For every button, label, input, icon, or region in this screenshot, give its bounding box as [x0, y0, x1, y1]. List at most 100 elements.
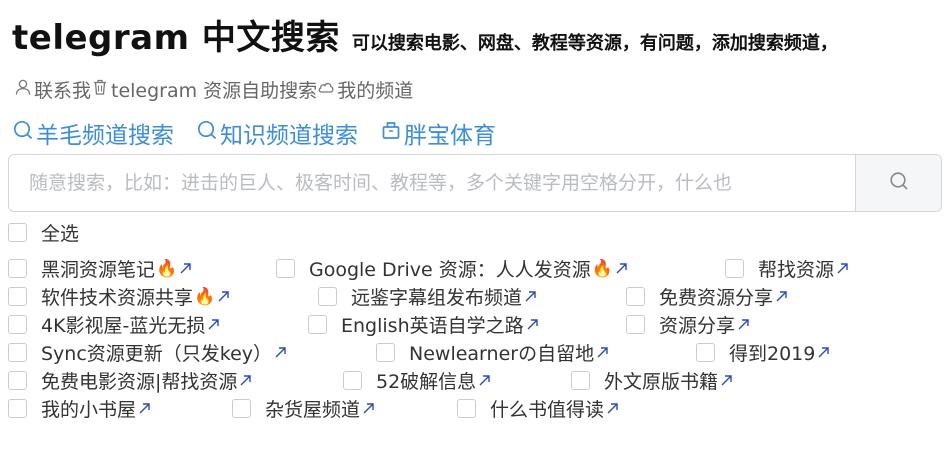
channel-label: 免费资源分享 [659, 287, 774, 309]
channel-option[interactable]: 什么书值得读 [457, 395, 619, 422]
channel-label: 黑洞资源笔记 [41, 259, 156, 281]
page-header: telegram 中文搜索 可以搜索电影、网盘、教程等资源，有问题，添加搜索频道… [12, 10, 838, 59]
channel-option[interactable]: 得到2019 [696, 339, 830, 366]
user-icon [14, 78, 34, 101]
channel-label: Sync资源更新（只发key） [41, 343, 273, 365]
channel-option[interactable]: Sync资源更新（只发key） [8, 339, 358, 366]
knowledge-channel-search-link[interactable]: 知识频道搜索 [196, 116, 358, 150]
external-link-icon[interactable] [817, 346, 830, 359]
trash-icon [91, 78, 111, 101]
channel-row: Sync资源更新（只发key） Newlearnerの自留地 得到2019 [8, 339, 848, 366]
pangbao-sports-link[interactable]: 胖宝体育 [380, 116, 496, 150]
channel-row: 黑洞资源笔记 🔥 Google Drive 资源：人人发资源 🔥 帮找资源 [8, 255, 867, 282]
channel-option[interactable]: 杂货屋频道 [232, 395, 439, 422]
external-link-icon[interactable] [478, 374, 491, 387]
contact-me-link[interactable]: 联系我 [14, 76, 91, 103]
search-button[interactable] [855, 155, 941, 211]
channel-checkbox[interactable] [725, 259, 744, 278]
fire-icon: 🔥 [156, 258, 178, 279]
channel-label: Google Drive 资源：人人发资源 [309, 259, 591, 281]
channel-checkbox[interactable] [457, 399, 476, 418]
select-all-checkbox[interactable] [8, 223, 27, 242]
channel-label: 得到2019 [729, 343, 816, 365]
self-search-link[interactable]: telegram 资源自助搜索 [91, 76, 317, 103]
channel-label: 资源分享 [659, 315, 736, 337]
external-link-icon[interactable] [720, 374, 733, 387]
channel-option[interactable]: 4K影视屋-蓝光无损 [8, 311, 290, 338]
channel-option[interactable]: 软件技术资源共享 🔥 [8, 283, 300, 310]
channel-label: 什么书值得读 [490, 399, 605, 421]
external-link-icon[interactable] [606, 402, 619, 415]
external-link-icon[interactable] [362, 402, 375, 415]
channel-label: 外文原版书籍 [604, 371, 719, 393]
external-link-icon[interactable] [179, 262, 192, 275]
self-search-label: telegram 资源自助搜索 [111, 80, 318, 102]
select-all[interactable]: 全选 [8, 219, 79, 246]
page-subtitle: 可以搜索电影、网盘、教程等资源，有问题，添加搜索频道， [351, 33, 838, 54]
external-link-icon[interactable] [615, 262, 628, 275]
channel-option[interactable]: 资源分享 [626, 311, 750, 338]
channel-label: 软件技术资源共享 [41, 287, 194, 309]
my-channel-link[interactable]: 我的频道 [317, 76, 413, 103]
channel-checkbox[interactable] [8, 315, 27, 334]
external-link-icon[interactable] [274, 346, 287, 359]
fire-icon: 🔥 [591, 258, 613, 279]
channel-checkbox[interactable] [232, 399, 251, 418]
channel-checkbox[interactable] [8, 371, 27, 390]
channel-checkbox[interactable] [376, 343, 395, 362]
contact-me-label: 联系我 [34, 80, 92, 102]
channel-row: 免费电影资源|帮找资源 52破解信息 外文原版书籍 [8, 367, 751, 394]
channel-label: 杂货屋频道 [265, 399, 361, 421]
channel-option[interactable]: 黑洞资源笔记 🔥 [8, 255, 258, 282]
external-link-icon[interactable] [217, 290, 230, 303]
channel-checkbox[interactable] [696, 343, 715, 362]
channel-option[interactable]: 免费资源分享 [626, 283, 788, 310]
channel-checkbox[interactable] [8, 399, 27, 418]
select-all-label: 全选 [41, 223, 80, 245]
channel-option[interactable]: 远鉴字幕组发布频道 [318, 283, 608, 310]
channel-checkbox[interactable] [8, 287, 27, 306]
my-channel-label: 我的频道 [337, 80, 414, 102]
channel-label: 我的小书屋 [41, 399, 137, 421]
channel-option[interactable]: 免费电影资源|帮找资源 [8, 367, 325, 394]
external-link-icon[interactable] [524, 290, 537, 303]
search-input[interactable] [9, 155, 855, 211]
bag-icon [380, 119, 404, 147]
search-icon [196, 119, 220, 147]
external-link-icon[interactable] [775, 290, 788, 303]
channel-checkbox[interactable] [276, 259, 295, 278]
channel-option[interactable]: Google Drive 资源：人人发资源 🔥 [276, 255, 707, 282]
channel-checkbox[interactable] [318, 287, 337, 306]
channel-label: 4K影视屋-蓝光无损 [41, 315, 206, 337]
channel-row: 我的小书屋 杂货屋频道 什么书值得读 [8, 395, 637, 422]
wool-channel-search-link[interactable]: 羊毛频道搜索 [12, 116, 174, 150]
channel-option[interactable]: Newlearnerの自留地 [376, 339, 678, 366]
page-title: telegram 中文搜索 [12, 18, 340, 58]
channel-label: 帮找资源 [758, 259, 835, 281]
external-link-icon[interactable] [836, 262, 849, 275]
channel-row: 软件技术资源共享 🔥 远鉴字幕组发布频道 免费资源分享 [8, 283, 806, 310]
channel-checkbox[interactable] [343, 371, 362, 390]
channel-checkbox[interactable] [8, 343, 27, 362]
channel-checkbox[interactable] [308, 315, 327, 334]
channel-checkbox[interactable] [571, 371, 590, 390]
channel-search-links: 羊毛频道搜索 知识频道搜索 胖宝体育 [12, 116, 518, 150]
channel-option[interactable]: 52破解信息 [343, 367, 553, 394]
pangbao-sports-label: 胖宝体育 [404, 123, 496, 149]
fire-icon: 🔥 [194, 286, 216, 307]
external-link-icon[interactable] [239, 374, 252, 387]
channel-option[interactable]: 我的小书屋 [8, 395, 214, 422]
search-icon [888, 170, 910, 196]
external-link-icon[interactable] [526, 318, 539, 331]
channel-option[interactable]: 帮找资源 [725, 255, 849, 282]
external-link-icon[interactable] [596, 346, 609, 359]
external-link-icon[interactable] [207, 318, 220, 331]
channel-checkbox[interactable] [8, 259, 27, 278]
channel-option[interactable]: 外文原版书籍 [571, 367, 733, 394]
channel-checkbox[interactable] [626, 315, 645, 334]
channel-checkbox[interactable] [626, 287, 645, 306]
external-link-icon[interactable] [138, 402, 151, 415]
search-icon [12, 119, 36, 147]
channel-option[interactable]: English英语自学之路 [308, 311, 608, 338]
external-link-icon[interactable] [737, 318, 750, 331]
